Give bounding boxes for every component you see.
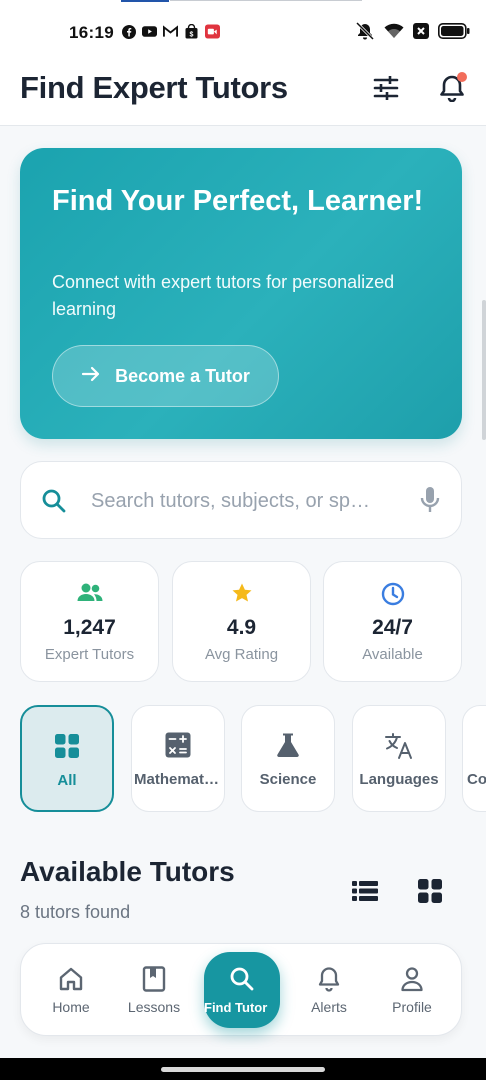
section-title: Available Tutors [20,856,235,887]
app-header: Find Expert Tutors [0,60,486,126]
category-label: All [57,772,77,789]
notifications-button[interactable] [434,72,470,108]
list-view-button[interactable] [349,877,381,909]
filter-button[interactable] [368,72,404,108]
book-icon [114,966,194,992]
home-indicator[interactable] [161,1067,325,1072]
hero-banner: Find Your Perfect, Learner! Connect with… [20,148,462,439]
home-icon [31,966,111,992]
category-label: Languages [359,771,439,788]
search-icon [204,966,280,992]
grid-view-button[interactable] [414,877,446,909]
people-icon [21,582,158,604]
nav-find-tutor[interactable]: Find Tutor [204,952,280,1028]
bottom-navigation: Home Lessons Find Tutor Alerts Profile [20,943,462,1036]
battery-icon [438,23,470,44]
category-languages[interactable]: Languages [352,705,446,812]
tune-icon [372,74,400,107]
nav-label: Lessons [127,999,181,1015]
tutor-count: 8 tutors found [20,902,131,922]
search-bar [20,461,462,539]
mic-icon[interactable] [419,486,441,519]
person-icon [372,966,452,992]
svg-text:$: $ [190,32,194,39]
nav-label: Find Tutor [204,1000,268,1015]
category-label: Co [467,771,486,788]
category-label: Mathematics [134,771,222,788]
app-screen: 16:19 $ Find Expert Tutors Find Your Per… [0,0,486,1080]
status-divider [121,0,169,2]
stat-label: Expert Tutors [44,646,135,663]
system-icons [355,21,470,45]
stat-card-rating: 4.9 Avg Rating [172,561,311,682]
nav-profile[interactable]: Profile [372,944,452,1037]
nav-lessons[interactable]: Lessons [114,944,194,1037]
arrow-right-icon [81,365,101,388]
category-mathematics[interactable]: Mathematics [131,705,225,812]
nav-label: Profile [392,999,432,1015]
stat-card-tutors: 1,247 Expert Tutors [20,561,159,682]
shopping-bag-icon: $ [184,24,199,39]
category-science[interactable]: Science [241,705,335,812]
stat-card-availability: 24/7 Available [323,561,462,682]
status-bar: 16:19 $ [0,0,486,60]
status-time: 16:19 [69,23,114,42]
stat-value: 4.9 [226,616,257,639]
category-all[interactable]: All [20,705,114,812]
become-tutor-button[interactable]: Become a Tutor [52,345,279,407]
nav-label: Alerts [311,999,347,1015]
category-partial[interactable]: Co [462,705,486,812]
edge-indicator [482,300,486,440]
bell-icon [289,966,369,992]
stat-value: 24/7 [372,616,413,639]
flask-icon [242,732,334,758]
close-box-icon [413,23,429,44]
hero-title: Find Your Perfect, Learner! [52,185,424,217]
stat-label: Avg Rating [204,646,279,663]
calculator-icon [132,732,224,758]
page-title: Find Expert Tutors [20,70,288,105]
notification-icons: $ [121,24,220,39]
nav-home[interactable]: Home [31,944,111,1037]
hero-subtitle: Connect with expert tutors for personali… [52,272,395,319]
stat-value: 1,247 [63,616,116,639]
search-icon [41,488,67,519]
gmail-icon [163,24,178,39]
video-icon [205,24,220,39]
nav-label: Home [52,999,90,1015]
grid-icon [22,733,112,759]
facebook-icon [121,24,136,39]
category-label: Science [259,771,317,788]
grid-view-icon [417,878,443,909]
become-tutor-label: Become a Tutor [115,365,250,386]
star-icon [173,582,310,604]
wifi-icon [384,23,404,44]
mute-icon [355,21,375,45]
youtube-icon [142,24,157,39]
list-icon [352,880,378,907]
clock-icon [324,582,461,606]
stat-label: Available [362,646,423,663]
nav-alerts[interactable]: Alerts [289,944,369,1037]
search-input[interactable] [91,484,391,518]
translate-icon [353,732,445,760]
status-divider [170,0,362,1]
notification-badge [457,72,467,82]
